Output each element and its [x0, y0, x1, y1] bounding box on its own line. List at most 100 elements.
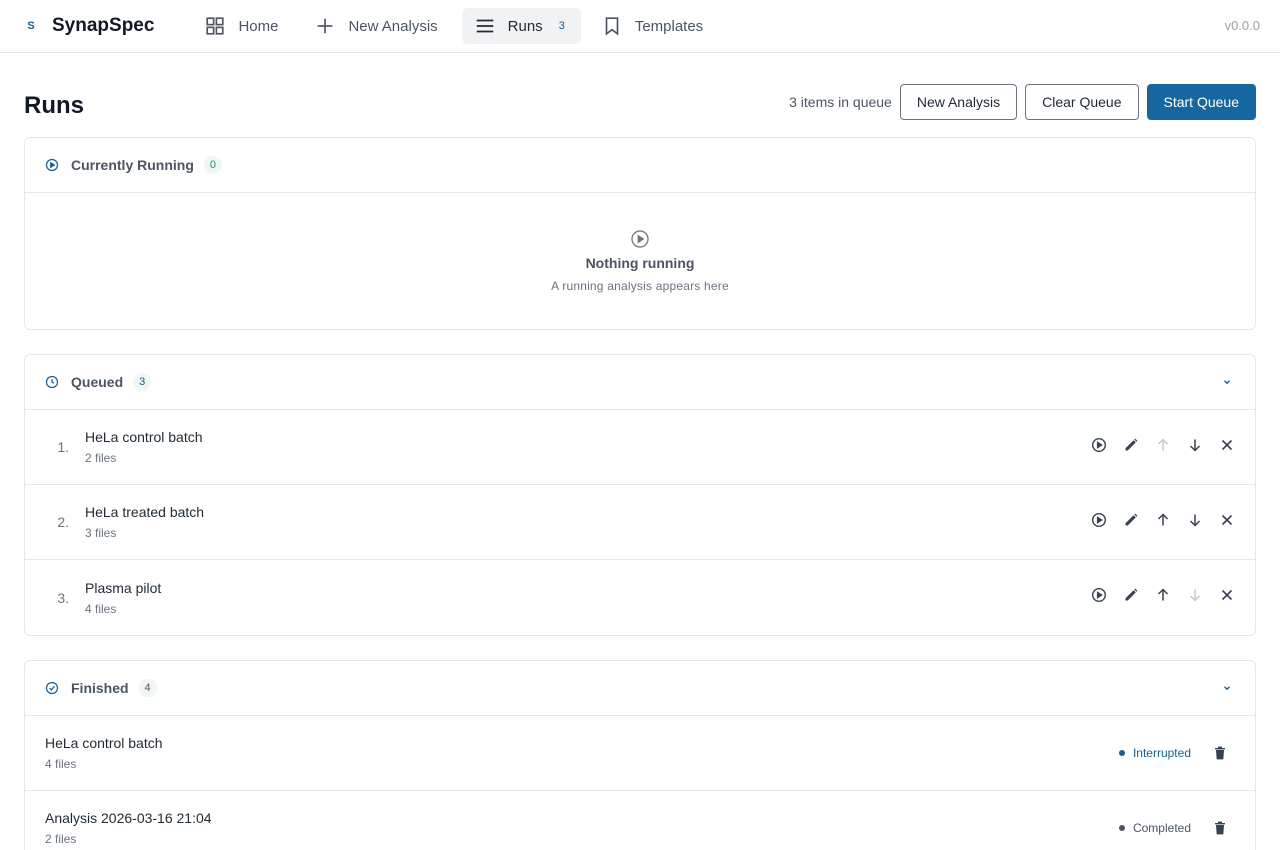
queue-item-name: HeLa treated batch — [85, 504, 205, 520]
chevron-down-icon[interactable] — [1221, 682, 1233, 694]
bookmark-icon — [605, 17, 619, 36]
page-header: Runs 3 items in queue New Analysis Clear… — [0, 53, 1280, 137]
edit-button[interactable] — [1123, 512, 1139, 528]
run-now-button[interactable] — [1091, 437, 1107, 453]
queue-row-actions — [1091, 512, 1235, 528]
finished-item-info: Analysis 2026-03-16 21:04 2 files — [45, 810, 212, 846]
move-down-button[interactable] — [1187, 587, 1203, 603]
queue-row: 1. HeLa control batch 2 files — [25, 410, 1255, 485]
finished-item-name: HeLa control batch — [45, 735, 163, 751]
edit-button[interactable] — [1123, 587, 1139, 603]
chevron-down-icon[interactable] — [1221, 376, 1233, 388]
queue-position: 3. — [57, 589, 69, 606]
clear-queue-button[interactable]: Clear Queue — [1025, 84, 1139, 120]
currently-running-header: Currently Running 0 — [25, 138, 1255, 193]
queue-row-actions — [1091, 437, 1235, 453]
queue-item-files: 4 files — [85, 601, 117, 616]
move-up-button[interactable] — [1155, 437, 1171, 453]
status-label: Completed — [1132, 821, 1191, 835]
play-circle-icon — [1091, 437, 1107, 453]
queue-item-info: HeLa control batch 2 files — [85, 429, 203, 465]
run-now-button[interactable] — [1091, 512, 1107, 528]
play-circle-icon — [1091, 587, 1107, 603]
trash-icon[interactable] — [1213, 821, 1227, 835]
finished-item-info: HeLa control batch 4 files — [45, 735, 163, 771]
run-now-button[interactable] — [1091, 587, 1107, 603]
edit-button[interactable] — [1123, 437, 1139, 453]
empty-state-title: Nothing running — [585, 255, 695, 271]
page-title: Runs — [24, 92, 84, 119]
pencil-icon — [1125, 513, 1138, 526]
clock-icon — [45, 375, 59, 389]
move-up-button[interactable] — [1155, 587, 1171, 603]
finished-item-files: 2 files — [45, 832, 77, 846]
queue-count-text: 3 items in queue — [789, 94, 892, 110]
queued-count-badge: 3 — [133, 373, 152, 391]
queue-item-files: 2 files — [85, 451, 117, 465]
plus-icon — [318, 18, 333, 34]
brand[interactable]: S SynapSpec — [24, 15, 154, 37]
nav-new-analysis[interactable]: New Analysis — [302, 8, 453, 44]
finished-item-name: Analysis 2026-03-16 21:04 — [45, 810, 212, 826]
finished-item-files: 4 files — [45, 757, 77, 771]
finished-row[interactable]: Analysis 2026-03-16 21:04 2 files Comple… — [25, 791, 1255, 850]
nav-runs[interactable]: Runs 3 — [461, 8, 581, 44]
queue-row: 3. Plasma pilot 4 files — [25, 560, 1255, 635]
move-down-button[interactable] — [1187, 437, 1203, 453]
app-name: SynapSpec — [52, 15, 155, 36]
play-circle-icon — [631, 230, 649, 248]
arrow-up-icon — [1157, 438, 1169, 451]
running-count-badge: 0 — [203, 156, 222, 174]
currently-running-title: Currently Running — [71, 157, 194, 173]
app-version: v0.0.0 — [1224, 18, 1260, 33]
queue-row-actions — [1091, 587, 1235, 603]
remove-button[interactable] — [1219, 587, 1235, 603]
arrow-down-icon — [1189, 514, 1201, 527]
move-up-button[interactable] — [1155, 512, 1171, 528]
header-actions: 3 items in queue New Analysis Clear Queu… — [789, 84, 1256, 120]
queue-item-files: 3 files — [85, 526, 117, 540]
nav-templates[interactable]: Templates — [589, 8, 719, 44]
app-logo: S — [27, 20, 35, 32]
queue-item-name: HeLa control batch — [85, 429, 203, 445]
nav-home-label: Home — [238, 17, 279, 35]
arrow-up-icon — [1157, 513, 1169, 526]
remove-button[interactable] — [1219, 437, 1235, 453]
empty-state: Nothing running A running analysis appea… — [25, 193, 1255, 329]
remove-button[interactable] — [1219, 512, 1235, 528]
start-queue-button[interactable]: Start Queue — [1146, 84, 1256, 120]
finished-count-badge: 4 — [138, 679, 157, 697]
queue-item-info: HeLa treated batch 3 files — [85, 504, 204, 540]
grid-icon — [206, 17, 225, 35]
move-down-button[interactable] — [1187, 512, 1203, 528]
queue-row: 2. HeLa treated batch 3 files — [25, 485, 1255, 560]
finished-header[interactable]: Finished 4 — [25, 661, 1255, 716]
status-badge: Completed — [1118, 821, 1191, 835]
menu-lines-icon — [476, 19, 493, 33]
check-circle-icon — [45, 681, 59, 695]
trash-icon[interactable] — [1213, 746, 1227, 760]
status-dot — [1118, 750, 1125, 756]
currently-running-section: Currently Running 0 Nothing running A ru… — [24, 137, 1256, 330]
nav-templates-label: Templates — [634, 17, 704, 35]
arrow-down-icon — [1189, 439, 1201, 452]
finished-section: Finished 4 HeLa control batch 4 files In… — [24, 660, 1256, 850]
finished-row[interactable]: HeLa control batch 4 files Interrupted — [25, 716, 1255, 791]
queued-title: Queued — [71, 374, 124, 390]
pencil-icon — [1125, 438, 1138, 451]
queued-header[interactable]: Queued 3 — [25, 355, 1255, 410]
close-icon — [1221, 439, 1233, 451]
pencil-icon — [1125, 588, 1138, 601]
status-label: Interrupted — [1132, 746, 1191, 760]
queue-position: 2. — [57, 514, 69, 530]
queue-item-info: Plasma pilot 4 files — [85, 580, 161, 616]
arrow-up-icon — [1157, 588, 1169, 601]
new-analysis-button[interactable]: New Analysis — [899, 84, 1018, 120]
nav-home[interactable]: Home — [192, 8, 294, 44]
status-badge: Interrupted — [1118, 746, 1191, 760]
play-circle-icon — [45, 158, 59, 172]
close-icon — [1221, 589, 1233, 601]
queued-section: Queued 3 1. HeLa control batch 2 files 2… — [24, 354, 1256, 636]
runs-count-badge: 3 — [558, 20, 565, 32]
main-nav: Home New Analysis Runs 3 Templates — [192, 8, 719, 44]
